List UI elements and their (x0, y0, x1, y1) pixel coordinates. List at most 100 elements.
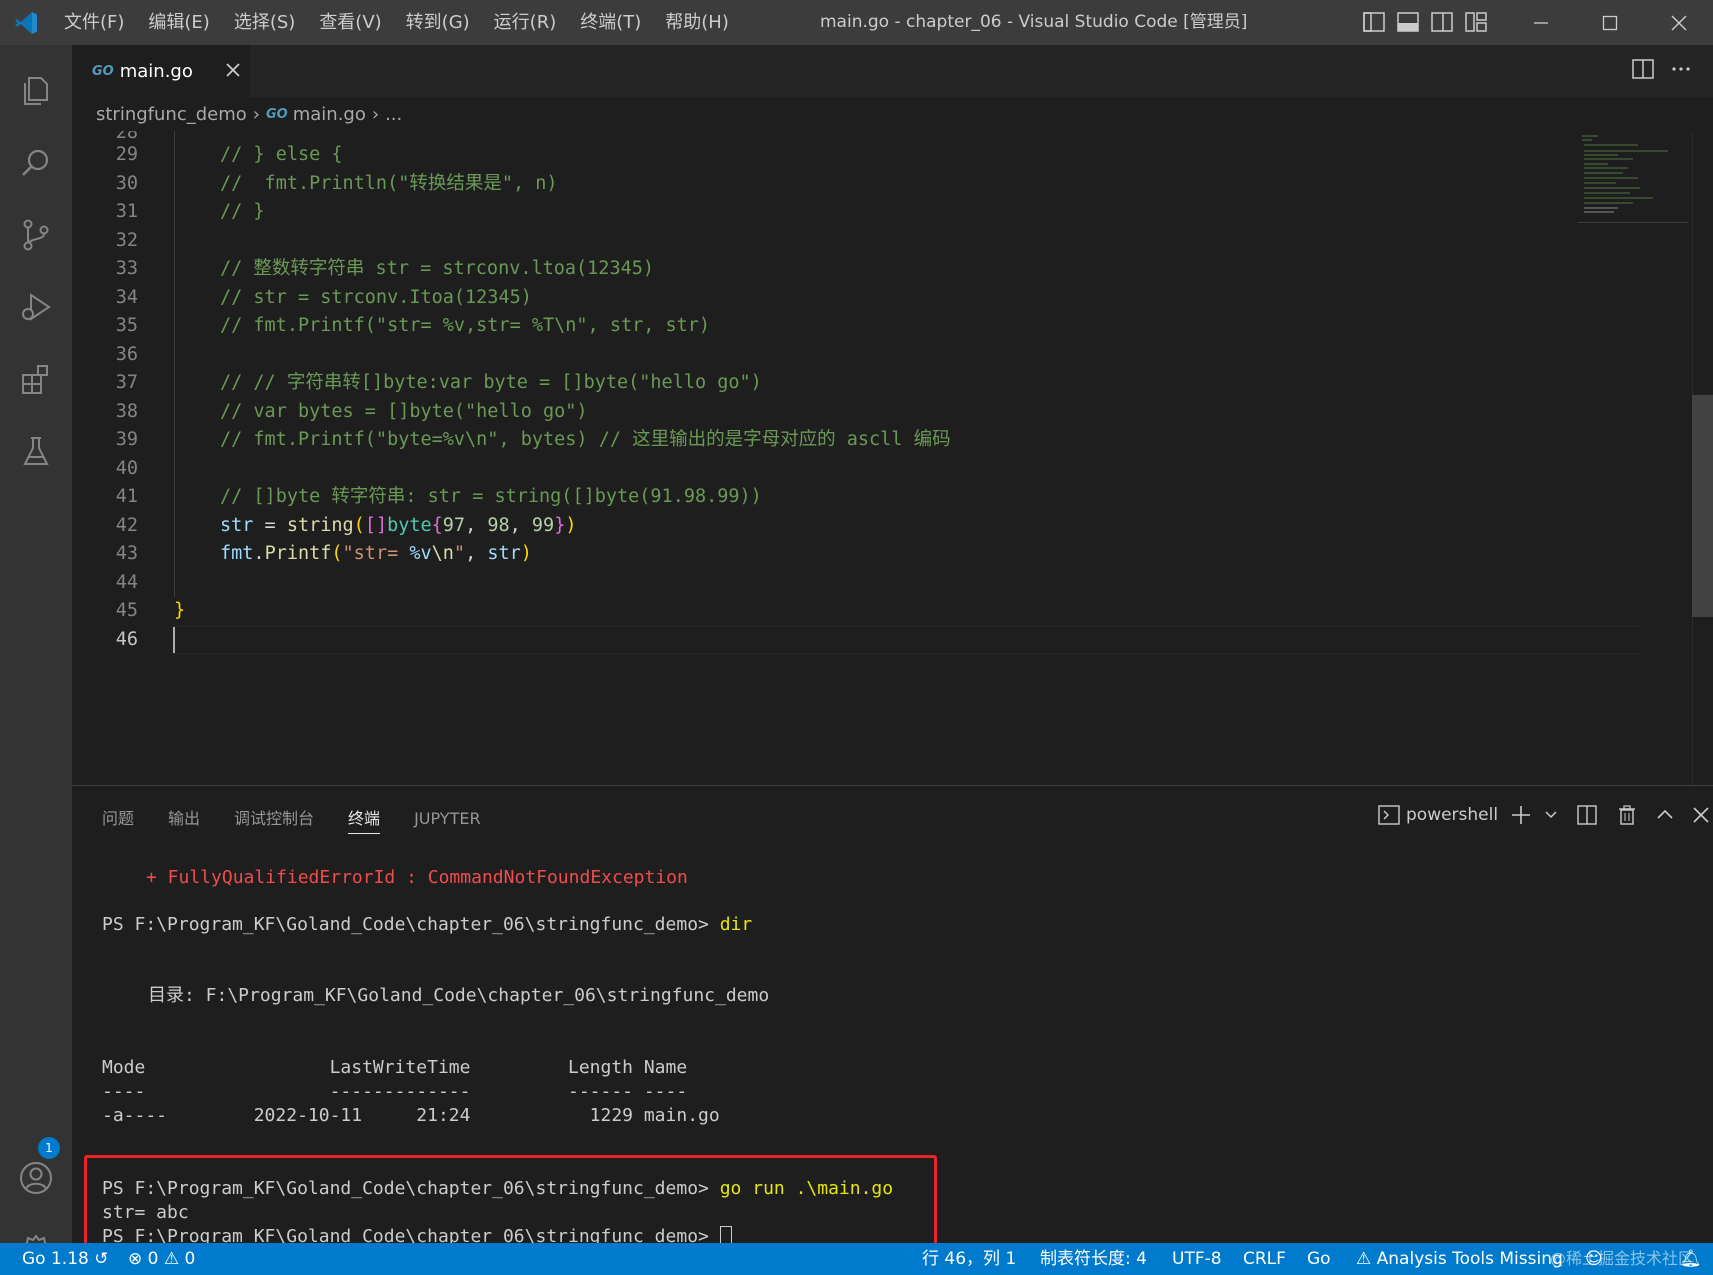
terminal-error-line: + FullyQualifiedErrorId : CommandNotFoun… (146, 867, 688, 888)
menu-go[interactable]: 转到(G) (394, 0, 482, 45)
menu-file[interactable]: 文件(F) (52, 0, 136, 45)
code-line: 33// 整数转字符串 str = strconv.ltoa(12345) (115, 258, 655, 279)
tab-label: main.go (119, 60, 193, 82)
feedback-icon[interactable]: ☺ (1585, 1243, 1603, 1275)
menu-run[interactable]: 运行(R) (482, 0, 569, 45)
status-tab-size[interactable]: 制表符长度: 4 (1040, 1243, 1147, 1275)
search-icon[interactable] (0, 127, 72, 199)
status-encoding[interactable]: UTF-8 (1172, 1243, 1222, 1275)
extensions-icon[interactable] (0, 343, 72, 415)
explorer-icon[interactable] (0, 55, 72, 127)
go-file-icon: GO (265, 106, 288, 122)
status-bar: Go 1.18 ↺ ⊗ 0 ⚠ 0 行 46，列 1 制表符长度: 4 UTF-… (0, 1243, 1713, 1275)
menu-terminal[interactable]: 终端(T) (568, 0, 653, 45)
indent-guide (174, 131, 175, 597)
code-line: 36 (115, 343, 138, 365)
code-line: 42 str = string([]byte{97, 98, 99}) (115, 514, 577, 536)
source-control-icon[interactable] (0, 199, 72, 271)
chevron-down-icon[interactable] (1544, 800, 1558, 830)
breadcrumb-more[interactable]: ... (385, 104, 402, 125)
trash-icon[interactable] (1616, 800, 1638, 830)
status-eol[interactable]: CRLF (1243, 1243, 1286, 1275)
terminal-line: -a---- 2022-10-11 21:24 1229 main.go (102, 1105, 720, 1126)
code-line: 41// []byte 转字符串: str = string([]byte(91… (115, 486, 762, 507)
tab-output[interactable]: 输出 (168, 804, 200, 834)
chevron-right-icon: › (371, 103, 380, 125)
tab-terminal[interactable]: 终端 (348, 804, 381, 834)
terminal-shell-name: powershell (1406, 805, 1499, 825)
close-window-icon[interactable] (1644, 0, 1713, 45)
maximize-panel-icon[interactable] (1656, 800, 1674, 830)
maximize-icon[interactable] (1575, 0, 1644, 45)
accounts-icon[interactable] (0, 1142, 72, 1214)
panel-tabs: 问题 输出 调试控制台 终端 JUPYTER (102, 804, 515, 834)
editor-tab-bar: GO main.go (72, 45, 1713, 97)
window-title: main.go - chapter_06 - Visual Studio Cod… (820, 12, 1248, 32)
status-analysis-tools[interactable]: ⚠ Analysis Tools Missing (1356, 1243, 1563, 1275)
code-editor[interactable]: 28 29// } else { 30// fmt.Println("转换结果是… (72, 131, 1713, 785)
menu-bar: 文件(F) 编辑(E) 选择(S) 查看(V) 转到(G) 运行(R) 终端(T… (52, 0, 741, 45)
code-line: 45} (115, 600, 186, 621)
tab-problems[interactable]: 问题 (102, 804, 134, 834)
code-line: 40 (115, 457, 138, 479)
sync-icon: ↺ (94, 1249, 109, 1269)
menu-view[interactable]: 查看(V) (307, 0, 393, 45)
breadcrumb-file[interactable]: main.go (293, 104, 366, 125)
code-line: 38// var bytes = []byte("hello go") (115, 400, 588, 422)
code-line-current: 46 (115, 628, 138, 650)
minimap[interactable] (1578, 131, 1688, 223)
code-line: 43 fmt.Printf("str= %v\n", str) (115, 543, 532, 564)
activity-bar: 1 (0, 45, 72, 1268)
menu-help[interactable]: 帮助(H) (653, 0, 741, 45)
window-controls (1506, 0, 1713, 45)
terminal-line: PS F:\Program_KF\Goland_Code\chapter_06\… (102, 914, 753, 935)
status-cursor-position[interactable]: 行 46，列 1 (922, 1243, 1016, 1275)
terminal-selector[interactable]: powershell (1378, 800, 1498, 830)
toggle-sidebar-icon[interactable] (1360, 8, 1388, 36)
menu-selection[interactable]: 选择(S) (222, 0, 307, 45)
terminal-line: Mode LastWriteTime Length Name (102, 1057, 688, 1078)
chevron-right-icon: › (252, 103, 260, 125)
toggle-panel-icon[interactable] (1394, 8, 1422, 36)
terminal-icon (1378, 805, 1400, 825)
code-line: 31// } (115, 201, 265, 222)
minimize-icon[interactable] (1506, 0, 1575, 45)
tab-main-go[interactable]: GO main.go (72, 45, 250, 97)
notifications-bell-icon[interactable]: 🔔︎ (1680, 1243, 1702, 1275)
code-line: 39// fmt.Printf("byte=%v\n", bytes) // 这… (115, 429, 951, 450)
menu-edit[interactable]: 编辑(E) (136, 0, 221, 45)
terminal-line: 目录: F:\Program_KF\Goland_Code\chapter_06… (148, 985, 770, 1006)
close-tab-icon[interactable] (222, 59, 244, 81)
new-terminal-icon[interactable] (1510, 800, 1532, 830)
code-line: 34// str = strconv.Itoa(12345) (115, 286, 532, 308)
code-line: 44 (115, 571, 138, 593)
title-bar: 文件(F) 编辑(E) 选择(S) 查看(V) 转到(G) 运行(R) 终端(T… (0, 0, 1713, 45)
status-problems[interactable]: ⊗ 0 ⚠ 0 (128, 1243, 195, 1275)
close-panel-icon[interactable] (1692, 800, 1710, 830)
layout-controls (1360, 8, 1490, 36)
watermark: @稀土掘金技术社区 (1550, 1249, 1695, 1268)
code-line: 32 (115, 229, 138, 251)
vscode-logo-icon (0, 0, 52, 45)
warning-icon: ⚠ (1356, 1249, 1372, 1269)
toggle-secondary-sidebar-icon[interactable] (1428, 8, 1456, 36)
split-terminal-icon[interactable] (1576, 800, 1598, 830)
more-actions-icon[interactable] (1669, 57, 1693, 85)
terminal-line: ---- ------------- ------ ---- (102, 1081, 688, 1102)
customize-layout-icon[interactable] (1462, 8, 1490, 36)
warning-icon: ⚠ (163, 1249, 180, 1269)
code-line: 35// fmt.Printf("str= %v,str= %T\n", str… (115, 315, 711, 336)
status-go-version[interactable]: Go 1.18 ↺ (22, 1243, 109, 1275)
breadcrumb: stringfunc_demo › GO main.go › ... (72, 97, 1713, 131)
testing-icon[interactable] (0, 415, 72, 487)
error-icon: ⊗ (128, 1249, 143, 1269)
split-editor-icon[interactable] (1631, 57, 1655, 85)
panel-actions: powershell (1378, 800, 1713, 830)
status-language[interactable]: Go (1307, 1243, 1331, 1275)
run-debug-icon[interactable] (0, 271, 72, 343)
breadcrumb-folder[interactable]: stringfunc_demo (96, 104, 247, 125)
code-line: 30// fmt.Println("转换结果是", n) (115, 172, 558, 194)
tab-debug-console[interactable]: 调试控制台 (234, 804, 314, 834)
tab-jupyter[interactable]: JUPYTER (414, 804, 481, 834)
editor-scroll-thumb[interactable] (1692, 395, 1713, 617)
